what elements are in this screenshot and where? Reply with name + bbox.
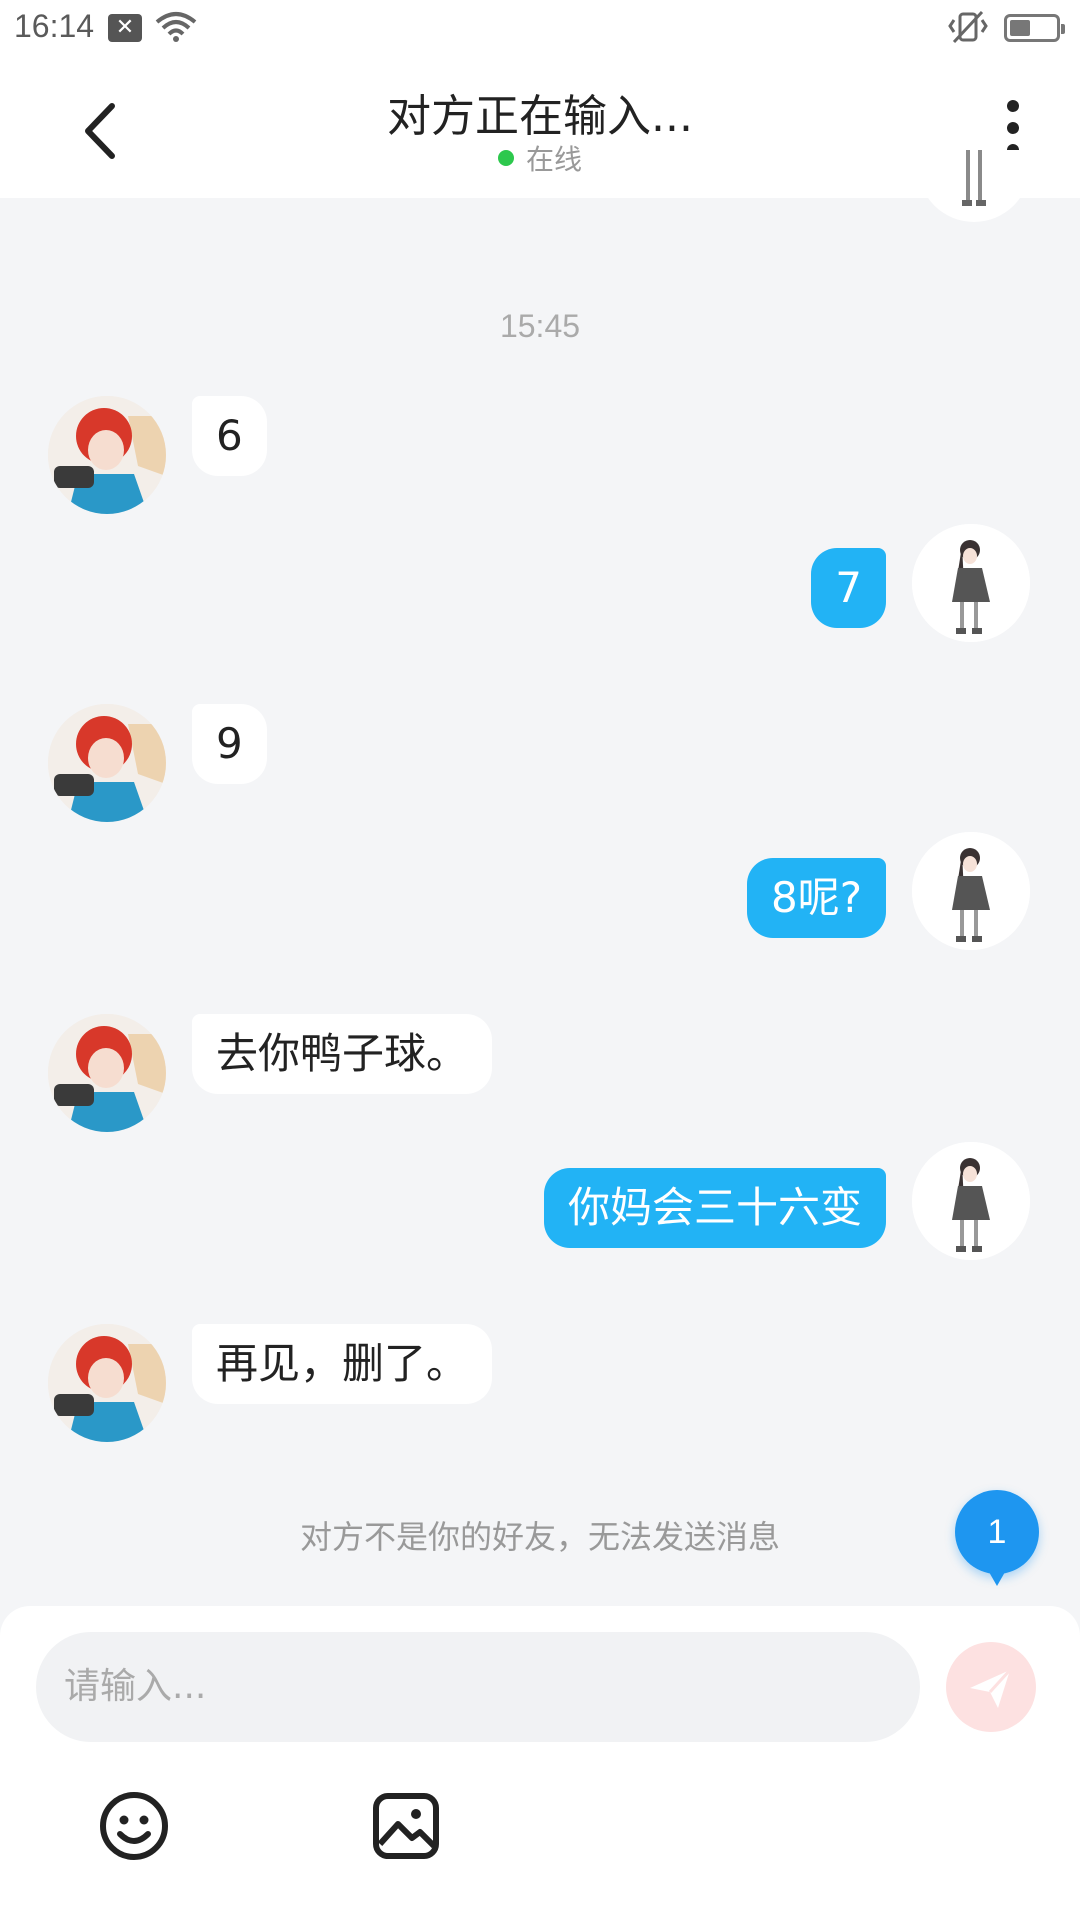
battery-icon: [1004, 14, 1065, 42]
not-friend-notice: 对方不是你的好友，无法发送消息: [299, 1518, 780, 1556]
chat-title: 对方正在输入...: [387, 91, 693, 142]
avatar[interactable]: [48, 396, 166, 514]
image-icon[interactable]: [370, 1790, 442, 1862]
notification-x-icon: ✕: [108, 14, 142, 42]
chat-header: 对方正在输入... 在线: [0, 58, 1080, 198]
avatar[interactable]: [48, 704, 166, 822]
message-input[interactable]: 请输入...: [36, 1632, 920, 1742]
message-bubble-incoming[interactable]: 6: [192, 396, 267, 476]
send-button[interactable]: [946, 1642, 1036, 1732]
unread-badge[interactable]: 1: [955, 1490, 1039, 1586]
composer: 请输入...: [0, 1606, 1080, 1920]
emoji-icon[interactable]: [98, 1790, 170, 1862]
online-status-label: 在线: [525, 143, 582, 176]
avatar[interactable]: [48, 1014, 166, 1132]
message-bubble-incoming[interactable]: 9: [192, 704, 267, 784]
avatar[interactable]: [912, 524, 1030, 642]
vibrate-icon: [948, 10, 988, 44]
avatar[interactable]: [48, 1324, 166, 1442]
wifi-icon: [155, 12, 197, 42]
status-bar: 16:14 ✕: [0, 0, 1080, 58]
message-bubble-incoming[interactable]: 再见，删了。: [192, 1324, 493, 1404]
status-time: 16:14: [14, 8, 95, 44]
online-dot-icon: [497, 150, 514, 166]
message-bubble-incoming[interactable]: 去你鸭子球。: [192, 1014, 493, 1094]
avatar-partial: [918, 150, 1030, 222]
message-bubble-outgoing[interactable]: 7: [811, 548, 886, 628]
avatar[interactable]: [912, 1142, 1030, 1260]
message-bubble-outgoing[interactable]: 8呢?: [746, 858, 886, 938]
message-bubble-outgoing[interactable]: 你妈会三十六变: [543, 1168, 886, 1248]
avatar[interactable]: [912, 832, 1030, 950]
message-timestamp: 15:45: [499, 308, 581, 344]
send-icon: [970, 1668, 1012, 1708]
